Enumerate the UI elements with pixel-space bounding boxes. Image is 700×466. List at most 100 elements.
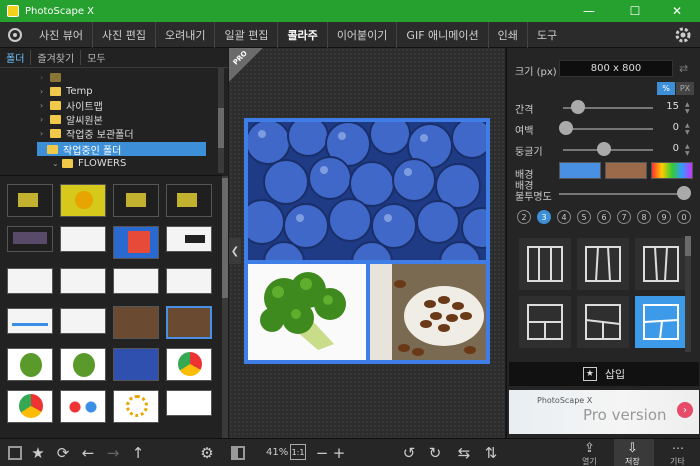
insert-button[interactable]: ★ 삽입 (509, 362, 699, 386)
tab-print[interactable]: 인쇄 (489, 21, 528, 48)
star-icon[interactable]: ★ (29, 444, 47, 462)
thumbnail[interactable] (113, 390, 159, 423)
round-value[interactable]: 0 (673, 143, 679, 154)
spacing-value[interactable]: 15 (666, 101, 679, 112)
layout-option[interactable] (577, 296, 629, 348)
close-button[interactable]: ✕ (654, 0, 700, 22)
thumbnail-settings-gear-icon[interactable]: ⚙ (198, 444, 216, 462)
count-6-button[interactable]: 6 (597, 210, 611, 224)
tab-collage[interactable]: 콜라주 (278, 21, 328, 48)
thumbnail-scrollbar[interactable] (222, 176, 228, 438)
count-4-button[interactable]: 4 (557, 210, 571, 224)
rotate-left-icon[interactable]: ↺ (400, 444, 418, 462)
collage-photo-coffee-beans[interactable] (370, 264, 486, 360)
tree-item-archive[interactable]: › 작업중 보관폴더 (40, 126, 210, 141)
gear-icon[interactable] (674, 26, 692, 44)
tree-scrollbar[interactable] (218, 68, 224, 173)
tree-item-working-folder[interactable]: 작업중인 폴더 (37, 142, 206, 157)
tab-tools[interactable]: 도구 (528, 22, 566, 48)
compare-icon[interactable] (231, 446, 245, 460)
collage-preview[interactable] (244, 118, 490, 364)
maximize-button[interactable]: ☐ (612, 0, 658, 22)
round-spinner-icon[interactable]: ▲ ▼ (685, 143, 693, 157)
thumbnail[interactable] (166, 226, 212, 252)
back-arrow-icon[interactable]: ← (79, 444, 97, 462)
tree-item-temp[interactable]: › Temp (40, 84, 210, 98)
spacing-slider-knob[interactable] (571, 100, 585, 114)
thumbnail[interactable] (7, 348, 53, 381)
unit-percent-button[interactable]: % (657, 82, 675, 95)
thumbnail[interactable] (113, 226, 159, 259)
collapse-panel-button[interactable]: ❮ (229, 238, 241, 264)
count-8-button[interactable]: 8 (637, 210, 651, 224)
layout-scrollbar[interactable] (685, 236, 691, 352)
tab-photo-editor[interactable]: 사진 편집 (93, 21, 156, 48)
thumbnail[interactable] (60, 184, 106, 217)
tab-favorites[interactable]: 즐겨찾기 (31, 50, 82, 65)
thumbnail[interactable] (166, 390, 212, 416)
forward-arrow-icon[interactable]: → (104, 444, 122, 462)
layout-option[interactable] (519, 238, 571, 290)
background-gradient-swatch[interactable] (651, 162, 693, 179)
tab-all[interactable]: 모두 (81, 50, 111, 65)
tree-item-partial[interactable]: › (40, 70, 210, 84)
thumbnail[interactable] (113, 184, 159, 217)
count-7-button[interactable]: 7 (617, 210, 631, 224)
thumbnail-selected[interactable] (166, 306, 212, 339)
zoom-in-button[interactable]: + (330, 444, 348, 462)
background-color-swatch[interactable] (559, 162, 601, 179)
swap-arrows-icon[interactable]: ⇄ (679, 62, 693, 76)
tree-item-originals[interactable]: › 알씨원본 (40, 112, 210, 127)
thumbnail[interactable] (7, 184, 53, 217)
layout-option-selected[interactable] (635, 296, 687, 348)
tab-photo-viewer[interactable]: 사진 뷰어 (30, 21, 93, 48)
tree-item-sitemap[interactable]: › 사이트맵 (40, 98, 210, 113)
spacing-spinner-icon[interactable]: ▲ ▼ (685, 101, 693, 115)
flip-vertical-icon[interactable]: ⇅ (482, 444, 500, 462)
save-button[interactable]: ⇩ 저장 (614, 439, 654, 466)
collage-photo-broccoli[interactable] (248, 264, 366, 360)
thumbnail[interactable] (60, 348, 106, 381)
layout-option[interactable] (519, 296, 571, 348)
thumbnail[interactable] (166, 268, 212, 294)
tab-batch[interactable]: 일괄 편집 (215, 21, 279, 48)
thumbnail[interactable] (60, 268, 106, 294)
flip-horizontal-icon[interactable]: ⇆ (455, 444, 473, 462)
open-button[interactable]: ⇪ 열기 (572, 439, 610, 466)
margin-spinner-icon[interactable]: ▲ ▼ (685, 122, 693, 136)
pro-version-banner[interactable]: PhotoScape X Pro version › (509, 390, 699, 434)
thumbnail[interactable] (113, 306, 159, 339)
tab-gif[interactable]: GIF 애니메이션 (397, 21, 489, 48)
margin-value[interactable]: 0 (673, 122, 679, 133)
checkbox-icon[interactable] (8, 446, 22, 460)
tab-cut-out[interactable]: 오려내기 (156, 21, 216, 48)
thumbnail[interactable] (60, 308, 106, 334)
rotate-right-icon[interactable]: ↻ (426, 444, 444, 462)
actual-size-button[interactable]: 1:1 (290, 444, 306, 460)
size-field[interactable]: 800 x 800 (559, 60, 673, 77)
tab-folders[interactable]: 폴더 (0, 50, 32, 65)
thumbnail[interactable] (7, 226, 53, 252)
count-5-button[interactable]: 5 (577, 210, 591, 224)
background-texture-swatch[interactable] (605, 162, 647, 179)
unit-px-button[interactable]: PX (676, 82, 694, 95)
up-arrow-icon[interactable]: ↑ (129, 444, 147, 462)
more-button[interactable]: ⋯ 기타 (660, 439, 698, 466)
collage-photo-blueberries[interactable] (248, 122, 486, 260)
thumbnail[interactable] (113, 268, 159, 294)
thumbnail[interactable] (166, 348, 212, 381)
minimize-button[interactable]: — (566, 0, 612, 22)
thumbnail[interactable] (60, 226, 106, 252)
count-9-button[interactable]: 9 (657, 210, 671, 224)
photoscape-logo-icon[interactable] (0, 22, 30, 48)
tab-combine[interactable]: 이어붙이기 (328, 21, 398, 48)
refresh-icon[interactable]: ⟳ (54, 444, 72, 462)
bg-opacity-slider-knob[interactable] (677, 186, 691, 200)
count-3-button[interactable]: 3 (537, 210, 551, 224)
count-2-button[interactable]: 2 (517, 210, 531, 224)
bg-opacity-slider[interactable] (559, 193, 685, 195)
tree-item-flowers[interactable]: ⌄ FLOWERS (52, 156, 202, 170)
round-slider-knob[interactable] (597, 142, 611, 156)
thumbnail[interactable] (166, 184, 212, 217)
thumbnail[interactable] (60, 390, 106, 423)
